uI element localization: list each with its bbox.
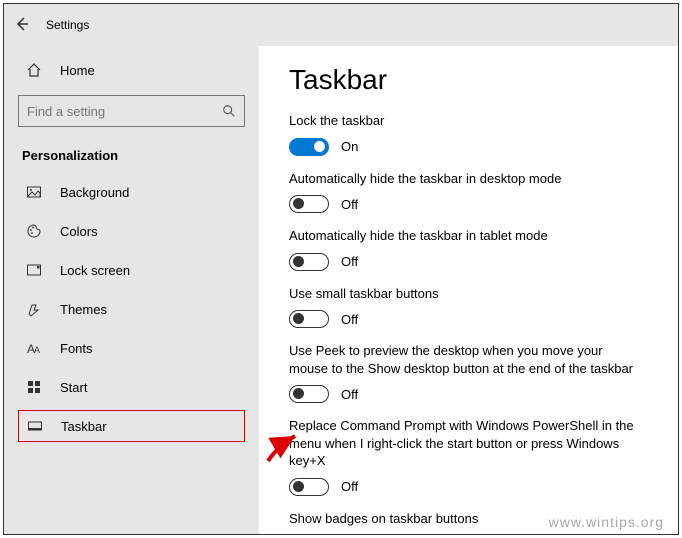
toggle-state-label: Off (341, 254, 358, 269)
sidebar-item-label: Start (60, 380, 87, 395)
sidebar-item-label: Themes (60, 302, 107, 317)
toggle-switch[interactable] (289, 195, 329, 213)
sidebar-item-lock-screen[interactable]: Lock screen (18, 254, 245, 286)
back-button[interactable] (14, 16, 32, 34)
home-icon (26, 62, 42, 78)
setting-label: Replace Command Prompt with Windows Powe… (289, 417, 639, 470)
app-title: Settings (46, 18, 89, 32)
toggle-switch[interactable] (289, 138, 329, 156)
sidebar: Home Personalization Background Colors (4, 46, 259, 534)
setting-item: Lock the taskbar On (289, 112, 648, 156)
content-pane: Taskbar Lock the taskbar On Automatically … (259, 46, 678, 534)
toggle-state-label: Off (341, 312, 358, 327)
toggle-switch[interactable] (289, 253, 329, 271)
setting-label: Use small taskbar buttons (289, 285, 639, 303)
toggle-state-label: Off (341, 479, 358, 494)
setting-label: Lock the taskbar (289, 112, 639, 130)
sidebar-item-label: Background (60, 185, 129, 200)
sidebar-item-colors[interactable]: Colors (18, 215, 245, 247)
setting-item: Replace Command Prompt with Windows Powe… (289, 417, 648, 496)
start-icon (26, 379, 42, 395)
sidebar-item-start[interactable]: Start (18, 371, 245, 403)
sidebar-item-fonts[interactable]: AA Fonts (18, 332, 245, 364)
fonts-icon: AA (26, 340, 42, 356)
sidebar-item-label: Fonts (60, 341, 93, 356)
setting-item: Use Peek to preview the desktop when you… (289, 342, 648, 403)
page-title: Taskbar (289, 64, 648, 96)
watermark: www.wintips.org (549, 514, 664, 530)
themes-icon (26, 301, 42, 317)
section-title: Personalization (22, 148, 245, 163)
toggle-switch[interactable] (289, 385, 329, 403)
palette-icon (26, 223, 42, 239)
setting-label: Use Peek to preview the desktop when you… (289, 342, 639, 377)
sidebar-item-taskbar[interactable]: Taskbar (18, 410, 245, 442)
setting-item: Use small taskbar buttons Off (289, 285, 648, 329)
search-icon (222, 104, 236, 118)
nav-home-label: Home (60, 63, 95, 78)
sidebar-item-themes[interactable]: Themes (18, 293, 245, 325)
setting-label: Automatically hide the taskbar in tablet… (289, 227, 639, 245)
sidebar-item-background[interactable]: Background (18, 176, 245, 208)
sidebar-item-label: Colors (60, 224, 98, 239)
setting-label: Automatically hide the taskbar in deskto… (289, 170, 639, 188)
toggle-switch[interactable] (289, 310, 329, 328)
search-box[interactable] (18, 95, 245, 127)
setting-item: Automatically hide the taskbar in tablet… (289, 227, 648, 271)
toggle-switch[interactable] (289, 478, 329, 496)
nav-home[interactable]: Home (18, 54, 245, 86)
picture-icon (26, 184, 42, 200)
lockscreen-icon (26, 262, 42, 278)
search-input[interactable] (27, 104, 222, 119)
toggle-state-label: Off (341, 197, 358, 212)
setting-item: Automatically hide the taskbar in deskto… (289, 170, 648, 214)
toggle-state-label: On (341, 139, 358, 154)
svg-text:A: A (34, 345, 40, 355)
sidebar-item-label: Lock screen (60, 263, 130, 278)
taskbar-icon (27, 418, 43, 434)
sidebar-item-label: Taskbar (61, 419, 107, 434)
toggle-state-label: Off (341, 387, 358, 402)
